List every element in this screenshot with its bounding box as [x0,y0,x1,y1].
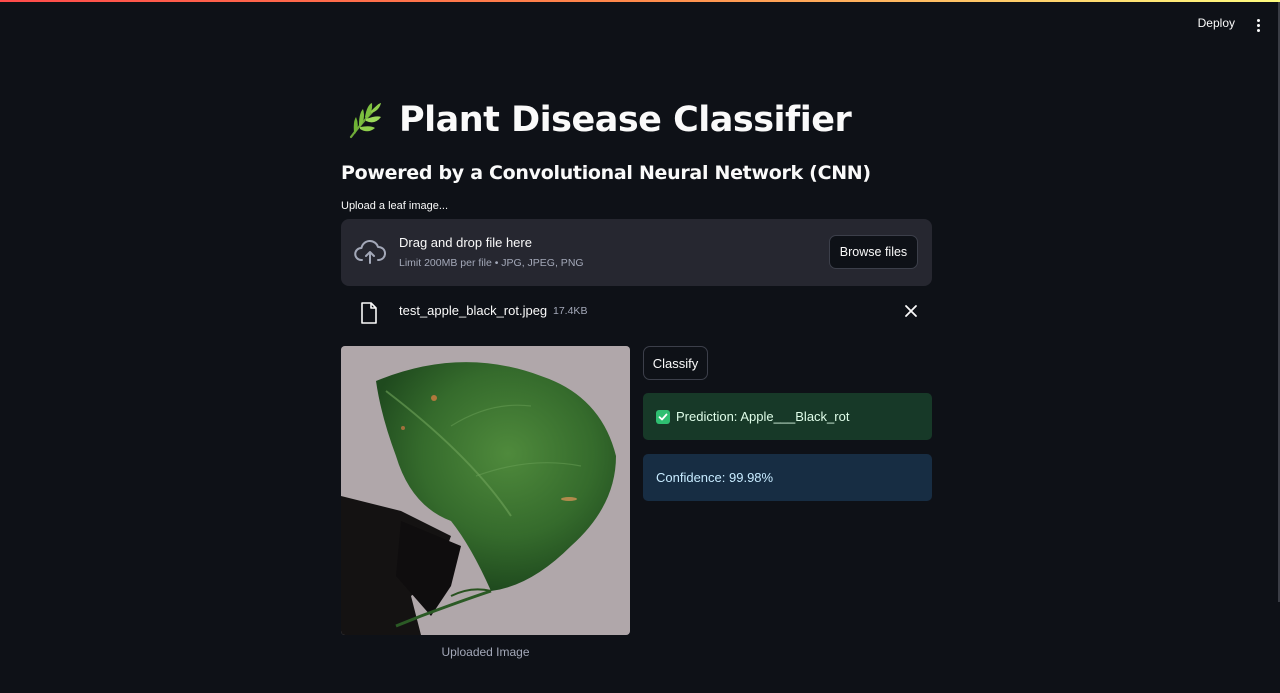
prediction-alert: Prediction: Apple___Black_rot [643,393,932,440]
confidence-text: Confidence: 99.98% [656,470,774,485]
prediction-text: Prediction: Apple___Black_rot [676,409,850,424]
check-box-icon [656,409,670,424]
uploaded-leaf-image [341,346,630,635]
file-dropzone[interactable]: Drag and drop file here Limit 200MB per … [341,219,932,286]
file-name: test_apple_black_rot.jpeg [399,303,548,318]
browse-files-button[interactable]: Browse files [829,235,918,269]
classify-button[interactable]: Classify [643,346,708,380]
uploaded-file-item: test_apple_black_rot.jpeg 17.4KB [341,286,932,338]
title-row: Plant Disease Classifier [341,90,932,150]
seedling-icon [349,103,381,139]
uploader-label: Upload a leaf image... [341,200,449,212]
close-icon[interactable] [904,304,918,318]
result-column: Classify Prediction: Apple___Black_rot C… [643,346,932,501]
file-icon [361,302,377,324]
dropzone-title: Drag and drop file here [399,235,532,250]
more-vertical-icon[interactable] [1252,16,1264,34]
image-caption: Uploaded Image [441,645,530,659]
cloud-upload-icon [354,239,386,264]
page-subtitle: Powered by a Convolutional Neural Networ… [341,162,871,184]
deploy-button[interactable]: Deploy [1198,16,1235,30]
app-header: Deploy [0,2,1280,50]
image-column: Uploaded Image [341,346,630,659]
results-columns: Uploaded Image Classify Prediction: Appl… [341,346,932,676]
file-size: 17.4KB [553,305,588,317]
page-title: Plant Disease Classifier [399,100,852,140]
dropzone-limit: Limit 200MB per file • JPG, JPEG, PNG [399,257,584,269]
main-content: Plant Disease Classifier Powered by a Co… [341,90,932,676]
confidence-alert: Confidence: 99.98% [643,454,932,501]
